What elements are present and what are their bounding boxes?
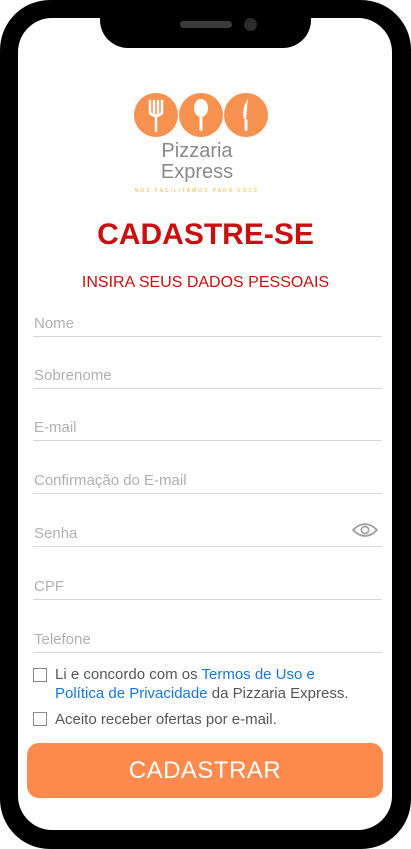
last-name-placeholder: Sobrenome	[34, 367, 112, 384]
fork-icon	[134, 93, 178, 137]
page-subtitle: INSIRA SEUS DADOS PESSOAIS	[81, 274, 330, 291]
eye-icon[interactable]	[352, 522, 378, 538]
page-title: CADASTRE-SE	[97, 218, 314, 251]
cpf-field[interactable]: CPF	[33, 565, 382, 600]
cpf-placeholder: CPF	[34, 578, 64, 595]
first-name-field[interactable]: Nome	[33, 302, 382, 337]
terms-of-use-link[interactable]: Termos de Uso e	[201, 666, 314, 683]
terms-prefix: Li e concordo com os	[55, 666, 202, 683]
front-camera	[244, 18, 257, 31]
email-placeholder: E-mail	[34, 419, 77, 436]
phone-field[interactable]: Telefone	[33, 618, 382, 653]
last-name-field[interactable]: Sobrenome	[33, 354, 382, 389]
brand-name-line2: Express	[160, 161, 234, 183]
knife-icon	[224, 93, 268, 137]
terms-suffix: da Pizzaria Express.	[207, 685, 349, 702]
phone-frame: Pizzaria Express NOS FACILITAMOS PARA VO…	[0, 0, 411, 849]
email-confirm-field[interactable]: Confirmação do E-mail	[33, 459, 382, 494]
register-button[interactable]: CADASTRAR	[27, 743, 383, 798]
password-placeholder: Senha	[34, 525, 78, 542]
privacy-policy-link[interactable]: Política de Privacidade	[55, 685, 208, 702]
terms-text: Li e concordo com os Termos de Uso e Pol…	[55, 665, 348, 703]
logo-utensils	[134, 93, 269, 137]
spoon-icon	[179, 93, 223, 137]
brand-name-line1: Pizzaria	[161, 140, 233, 162]
offers-row: Aceito receber ofertas por e-mail.	[33, 710, 382, 732]
offers-text: Aceito receber ofertas por e-mail.	[55, 711, 277, 728]
first-name-placeholder: Nome	[34, 315, 75, 332]
terms-checkbox[interactable]	[33, 668, 47, 682]
email-confirm-placeholder: Confirmação do E-mail	[34, 472, 187, 489]
email-field[interactable]: E-mail	[33, 406, 382, 441]
brand-tagline: NOS FACILITAMOS PARA VOCÊ	[134, 188, 260, 194]
brand-logo: Pizzaria Express NOS FACILITAMOS PARA VO…	[116, 75, 278, 205]
password-field[interactable]: Senha	[33, 512, 382, 547]
offers-checkbox[interactable]	[33, 712, 47, 726]
phone-placeholder: Telefone	[34, 631, 91, 648]
speaker-grille	[180, 21, 232, 28]
terms-row: Li e concordo com os Termos de Uso e Pol…	[33, 664, 382, 704]
